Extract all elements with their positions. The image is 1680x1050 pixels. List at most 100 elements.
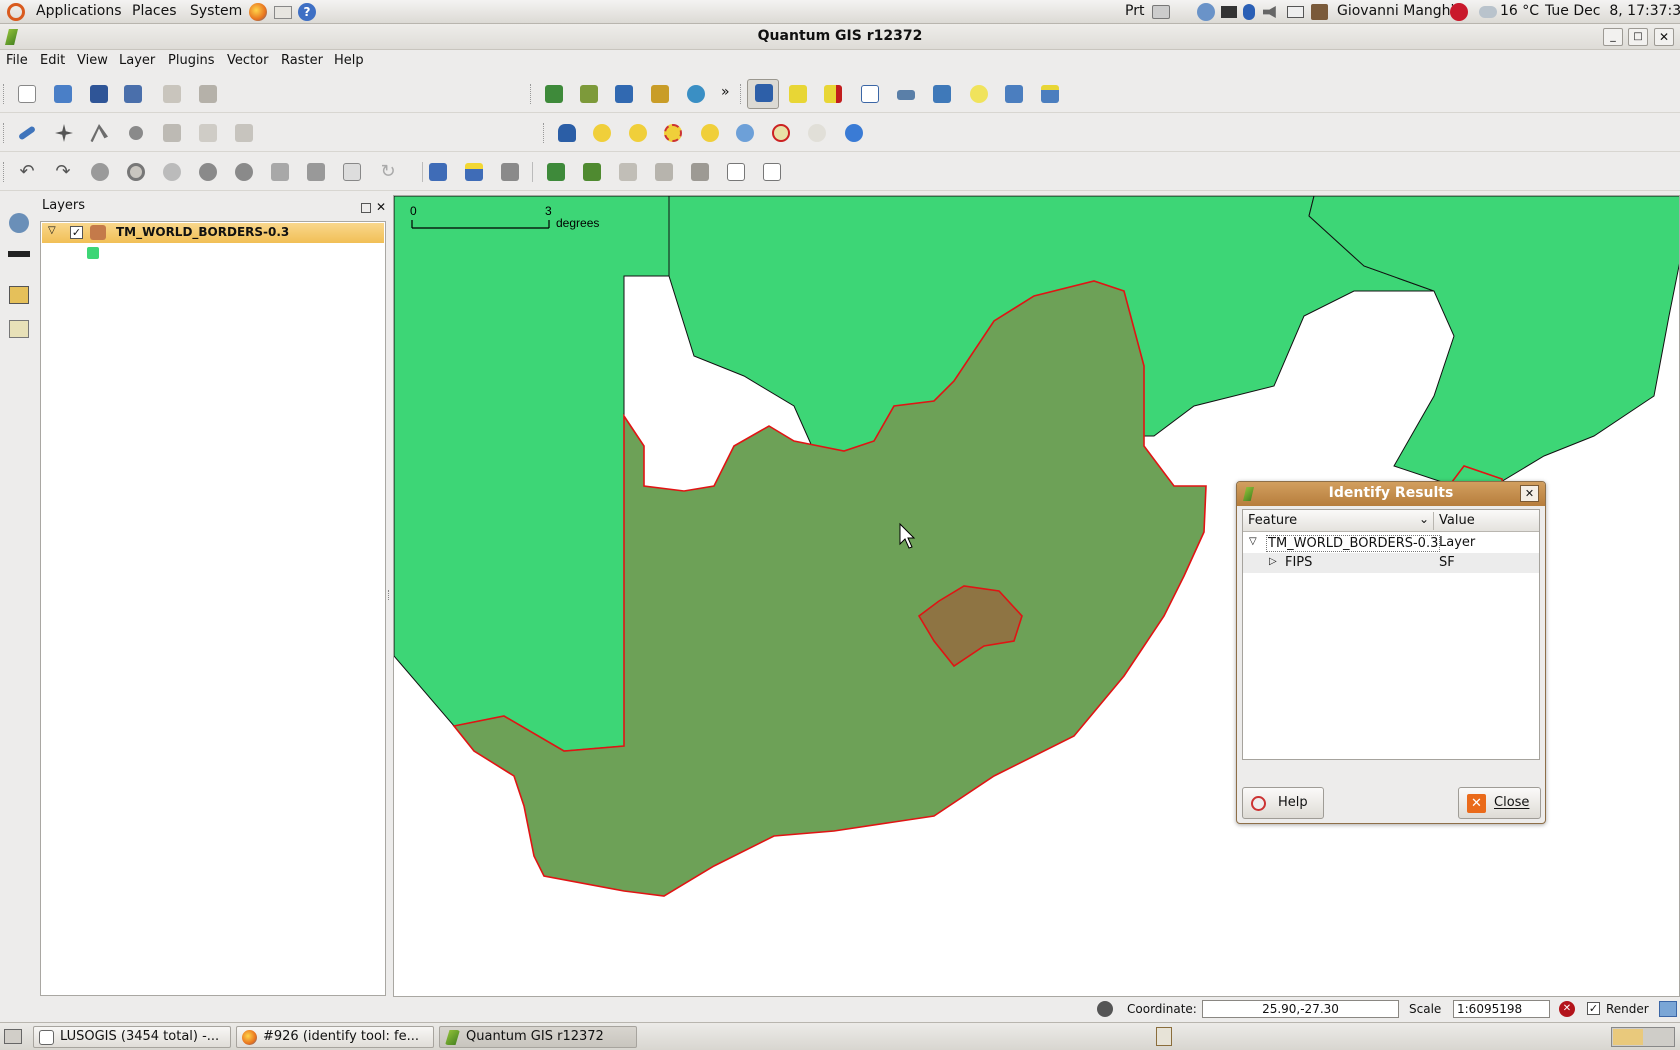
gps-tool-icon[interactable] [9, 213, 29, 233]
taskbar-item-qgis[interactable]: Quantum GIS r12372 [439, 1026, 637, 1048]
paste-features-icon[interactable] [231, 120, 257, 146]
render-checkbox[interactable]: ✓ [1587, 1002, 1600, 1015]
scale-bar-tool-icon[interactable] [8, 251, 30, 257]
zoom-next-icon[interactable] [804, 120, 830, 146]
reshape-features-icon[interactable] [267, 159, 293, 185]
dialog-close-icon[interactable]: ✕ [1520, 485, 1539, 502]
layers-panel[interactable]: ▽ ✓ TM_WORLD_BORDERS-0.3 [40, 221, 386, 996]
display-icon[interactable] [1221, 6, 1237, 18]
chevron-right-icon[interactable]: ▷ [1269, 556, 1277, 567]
layer-row[interactable]: ▽ ✓ TM_WORLD_BORDERS-0.3 [42, 223, 384, 243]
add-ring-icon[interactable] [123, 159, 149, 185]
close-window-button[interactable]: ✕ [1654, 28, 1674, 46]
projection-icon[interactable] [1659, 1001, 1677, 1017]
identify-results-table[interactable]: Feature ⌄ Value ▽ TM_WORLD_BORDERS-0.3 L… [1242, 509, 1540, 760]
save-as-icon[interactable] [120, 81, 146, 107]
cut-features-icon[interactable] [159, 120, 185, 146]
close-panel-icon[interactable]: ✕ [376, 200, 386, 214]
zoom-last-icon[interactable] [768, 120, 794, 146]
help-button[interactable]: Help [1242, 787, 1324, 819]
new-bookmark-icon[interactable] [1001, 81, 1027, 107]
identify-features-icon[interactable] [747, 79, 779, 109]
user-name[interactable]: Giovanni Manghi [1337, 3, 1454, 19]
firefox-icon[interactable] [249, 3, 267, 21]
volume-icon[interactable] [1263, 6, 1276, 18]
copyright-label-icon[interactable] [9, 286, 29, 304]
close-button[interactable]: ✕ Close [1458, 787, 1541, 819]
zoom-full-icon[interactable] [660, 120, 686, 146]
pan-icon[interactable] [554, 120, 580, 146]
zoom-in-icon[interactable] [589, 120, 615, 146]
node-tool-icon[interactable] [86, 120, 112, 146]
table-row[interactable]: ▷ FIPS SF [1243, 553, 1539, 573]
map-canvas-icon[interactable] [723, 159, 749, 185]
identify-results-dialog[interactable]: Identify Results ✕ Feature ⌄ Value ▽ TM_… [1236, 481, 1546, 824]
measure-line-icon[interactable] [893, 81, 919, 107]
digitize-icon[interactable] [651, 159, 677, 185]
mail-indicator-icon[interactable] [1287, 6, 1304, 18]
tools-icon[interactable] [687, 159, 713, 185]
undock-panel-icon[interactable] [361, 203, 371, 213]
network-icon[interactable] [1197, 3, 1215, 21]
zoom-to-selection-icon[interactable] [697, 120, 723, 146]
attribute-table-icon[interactable] [857, 81, 883, 107]
menu-plugins[interactable]: Plugins [168, 53, 215, 68]
delete-part-icon[interactable] [231, 159, 257, 185]
layer-visibility-checkbox[interactable]: ✓ [70, 226, 83, 239]
panel-splitter[interactable] [388, 590, 391, 600]
annotation-icon[interactable] [9, 320, 29, 338]
layer-name[interactable]: TM_WORLD_BORDERS-0.3 [116, 225, 289, 239]
minimize-button[interactable]: _ [1603, 28, 1623, 46]
ubuntu-logo-icon[interactable] [7, 3, 25, 21]
add-vector-layer-icon[interactable] [541, 81, 567, 107]
add-wms-layer-icon[interactable] [683, 81, 709, 107]
select-features-icon[interactable] [785, 81, 811, 107]
scale-field[interactable]: 1:6095198 [1453, 1000, 1550, 1018]
copy-features-icon[interactable] [195, 120, 221, 146]
toggle-editing-icon[interactable] [14, 120, 40, 146]
zoom-to-layer-icon[interactable] [732, 120, 758, 146]
bluetooth-icon[interactable] [1243, 4, 1255, 20]
chat-icon[interactable] [1311, 4, 1328, 20]
clock[interactable]: Tue Dec 8, 17:37:39 [1545, 3, 1680, 19]
undo-icon[interactable]: ↶ [14, 159, 40, 185]
merge-features-icon[interactable] [339, 159, 365, 185]
new-project-icon[interactable] [14, 81, 40, 107]
capture-point-icon[interactable] [461, 159, 487, 185]
deselect-features-icon[interactable] [820, 81, 846, 107]
add-postgis-layer-icon[interactable] [611, 81, 637, 107]
refresh-icon[interactable] [841, 120, 867, 146]
show-bookmarks-icon[interactable] [1037, 81, 1063, 107]
move-feature-icon[interactable] [51, 120, 77, 146]
window-titlebar[interactable]: Quantum GIS r12372 _ □ ✕ [0, 24, 1680, 50]
menu-file[interactable]: File [6, 53, 28, 68]
print-icon[interactable] [195, 81, 221, 107]
add-raster-layer-2-icon[interactable] [579, 159, 605, 185]
printer-tray-label[interactable]: Prt [1125, 3, 1144, 19]
dialog-titlebar[interactable]: Identify Results ✕ [1237, 482, 1545, 506]
menu-edit[interactable]: Edit [40, 53, 65, 68]
power-icon[interactable] [1450, 3, 1468, 21]
menu-help[interactable]: Help [334, 53, 364, 68]
trash-icon[interactable] [1156, 1027, 1172, 1046]
menu-vector[interactable]: Vector [227, 53, 268, 68]
save-project-icon[interactable] [86, 81, 112, 107]
measure-area-icon[interactable] [929, 81, 955, 107]
coordinate-field[interactable]: 25.90,-27.30 [1202, 1000, 1399, 1018]
add-raster-layer-icon[interactable] [576, 81, 602, 107]
rotate-point-icon[interactable]: ↻ [375, 159, 401, 185]
chevron-down-icon[interactable]: ▽ [1249, 536, 1257, 547]
table-row[interactable]: ▽ TM_WORLD_BORDERS-0.3 Layer [1243, 533, 1539, 553]
add-spatialite-layer-icon[interactable] [647, 81, 673, 107]
menu-layer[interactable]: Layer [119, 53, 155, 68]
help-icon[interactable]: ? [298, 3, 316, 21]
delete-selected-icon[interactable] [123, 120, 149, 146]
print-composer-icon[interactable] [159, 81, 185, 107]
printer-icon[interactable] [1152, 5, 1170, 19]
redo-icon[interactable]: ↷ [50, 159, 76, 185]
taskbar-item-mail[interactable]: LUSOGIS (3454 total) -... [33, 1026, 231, 1048]
zoom-out-icon[interactable] [625, 120, 651, 146]
workspace-switcher[interactable] [1611, 1027, 1675, 1047]
map-canvas-2-icon[interactable] [759, 159, 785, 185]
places-menu[interactable]: Places [132, 3, 177, 19]
